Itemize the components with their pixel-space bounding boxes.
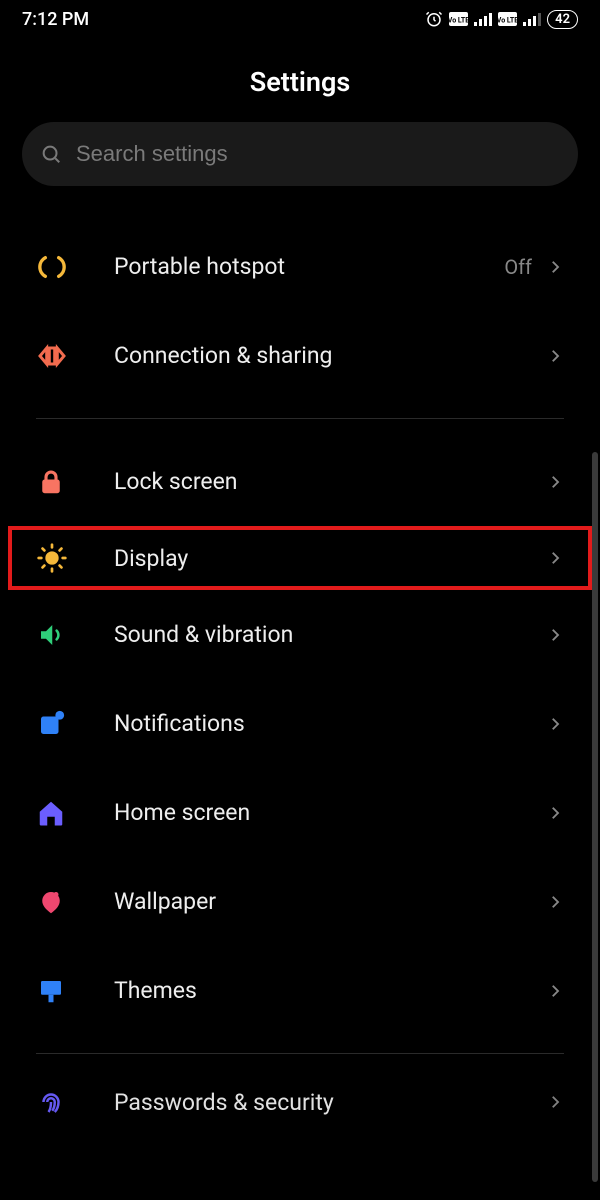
row-label: Lock screen <box>114 468 546 495</box>
row-connection-sharing[interactable]: Connection & sharing <box>0 311 600 400</box>
row-label: Connection & sharing <box>114 342 546 369</box>
chevron-right-icon <box>546 982 564 1000</box>
status-time: 7:12 PM <box>22 9 89 30</box>
row-label: Notifications <box>114 710 546 737</box>
notifications-icon <box>36 709 114 739</box>
status-bar: 7:12 PM Vo LTE Vo LTE 42 <box>0 0 600 38</box>
chevron-right-icon <box>546 893 564 911</box>
search-bar[interactable] <box>22 122 578 186</box>
row-passwords-security[interactable]: Passwords & security <box>0 1072 600 1132</box>
sound-icon <box>36 620 114 650</box>
scroll-indicator <box>592 452 598 1182</box>
signal-icon-1 <box>474 12 492 26</box>
row-sound-vibration[interactable]: Sound & vibration <box>0 590 600 679</box>
row-display[interactable]: Display <box>8 526 592 590</box>
themes-icon <box>36 976 114 1006</box>
chevron-right-icon <box>546 473 564 491</box>
connection-icon <box>36 340 114 372</box>
chevron-right-icon <box>546 258 564 276</box>
chevron-right-icon <box>546 347 564 365</box>
search-input[interactable] <box>76 141 560 167</box>
volte-icon-2: Vo LTE <box>498 12 517 26</box>
row-label: Portable hotspot <box>114 253 504 280</box>
row-label: Wallpaper <box>114 888 546 915</box>
signal-icon-2 <box>523 12 541 26</box>
chevron-right-icon <box>546 715 564 733</box>
row-value: Off <box>504 255 532 279</box>
alarm-icon <box>425 10 443 28</box>
battery-icon: 42 <box>547 10 578 29</box>
section-divider <box>36 1053 564 1054</box>
row-label: Home screen <box>114 799 546 826</box>
display-icon <box>36 542 114 574</box>
wallpaper-icon <box>36 887 114 917</box>
row-label: Passwords & security <box>114 1089 546 1116</box>
search-icon <box>40 143 62 165</box>
row-wallpaper[interactable]: Wallpaper <box>0 857 600 946</box>
svg-text:Vo LTE: Vo LTE <box>498 17 517 25</box>
section-divider <box>36 418 564 419</box>
chevron-right-icon <box>546 804 564 822</box>
row-lock-screen[interactable]: Lock screen <box>0 437 600 526</box>
row-portable-hotspot[interactable]: Portable hotspot Off <box>0 222 600 311</box>
page-title: Settings <box>0 66 600 98</box>
row-label: Sound & vibration <box>114 621 546 648</box>
home-icon <box>36 798 114 828</box>
row-label: Display <box>114 545 546 572</box>
settings-list: Portable hotspot Off Connection & sharin… <box>0 222 600 1132</box>
chevron-right-icon <box>546 1093 564 1111</box>
hotspot-icon <box>36 251 114 283</box>
row-home-screen[interactable]: Home screen <box>0 768 600 857</box>
row-notifications[interactable]: Notifications <box>0 679 600 768</box>
svg-text:Vo LTE: Vo LTE <box>449 17 468 25</box>
chevron-right-icon <box>546 626 564 644</box>
row-label: Themes <box>114 977 546 1004</box>
volte-icon-1: Vo LTE <box>449 12 468 26</box>
fingerprint-icon <box>36 1087 114 1117</box>
status-icons: Vo LTE Vo LTE 42 <box>425 10 578 29</box>
lock-icon <box>36 467 114 497</box>
chevron-right-icon <box>546 549 564 567</box>
row-themes[interactable]: Themes <box>0 946 600 1035</box>
